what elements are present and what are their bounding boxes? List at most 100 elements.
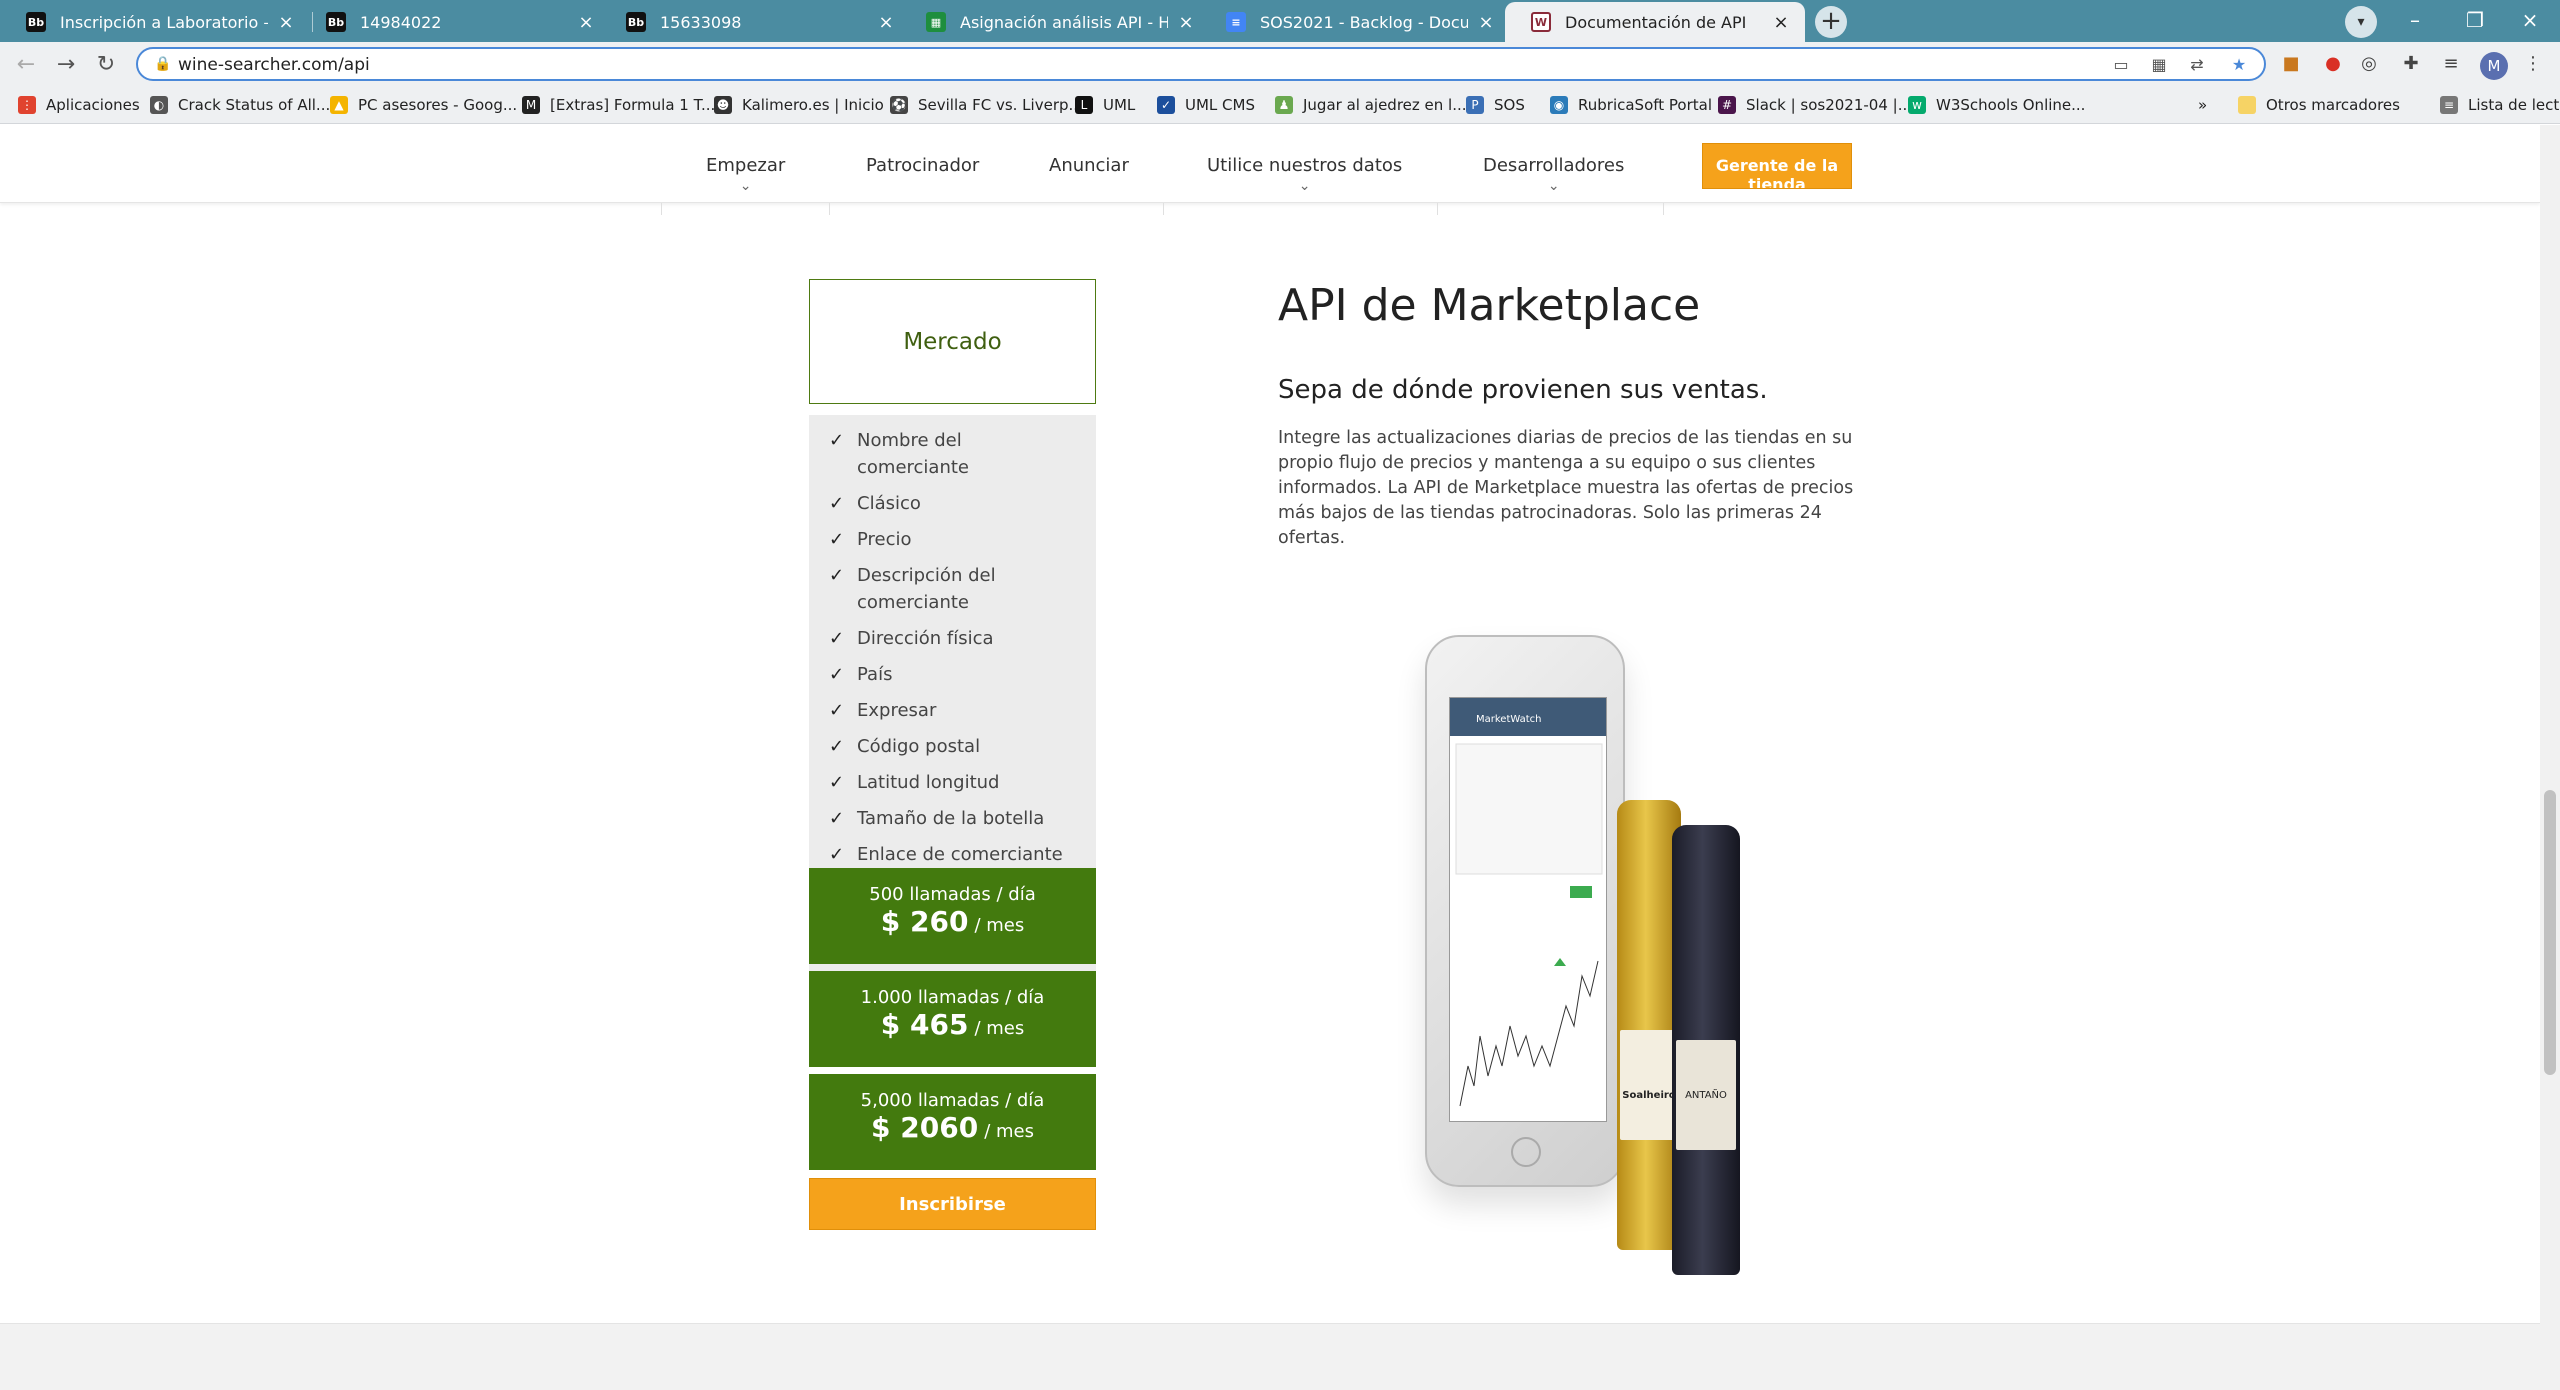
browser-tab[interactable]: Bb 15633098 ×	[600, 2, 910, 42]
checkmark-icon: ✓	[829, 736, 845, 757]
site-navigation: Empezar ⌄ Patrocinador Anunciar Utilice …	[0, 125, 2540, 203]
checkmark-icon: ✓	[829, 565, 845, 586]
reading-list-button[interactable]: ≡ Lista de lectura	[2440, 96, 2560, 114]
bookmark-star-icon[interactable]: ★	[2228, 54, 2250, 76]
browser-tab[interactable]: ▦ Asignación análisis API - Hojas d ×	[900, 2, 1210, 42]
bottle-label: ANTAÑO	[1676, 1040, 1736, 1150]
bookmark-item[interactable]: ♟ Jugar al ajedrez en l...	[1275, 96, 1467, 114]
list-item: ✓ Nombre del comerciante	[829, 427, 1096, 481]
close-tab-icon[interactable]: ×	[576, 12, 596, 33]
checkmark-icon: ✓	[829, 628, 845, 649]
bookmark-label: Crack Status of All...	[178, 96, 331, 114]
address-bar[interactable]: 🔒 wine-searcher.com/api ▭ ▦ ⇄ ★	[136, 47, 2266, 81]
nav-utilice-nuestros-datos[interactable]: Utilice nuestros datos ⌄	[1207, 155, 1402, 194]
cast-icon[interactable]: ▭	[2110, 54, 2132, 76]
footer-band	[0, 1323, 2540, 1390]
globe-icon: ◐	[150, 96, 168, 114]
bookmark-label: Otros marcadores	[2266, 96, 2400, 114]
extensions-puzzle-icon[interactable]: ✚	[2398, 51, 2424, 77]
tab-title: Inscripción a Laboratorio – 2020-	[60, 12, 268, 32]
profile-avatar[interactable]: M	[2480, 52, 2508, 80]
nav-anunciar[interactable]: Anunciar	[1049, 155, 1129, 176]
forward-icon[interactable]: →	[50, 49, 82, 81]
plan-name: Mercado	[903, 328, 1002, 355]
bookmark-item[interactable]: ▲ PC asesores - Goog...	[330, 96, 517, 114]
bookmarks-overflow-button[interactable]: »	[2198, 96, 2207, 114]
tab-title: Documentación de API	[1565, 12, 1747, 32]
close-window-icon[interactable]: ×	[2500, 0, 2560, 40]
other-bookmarks-folder[interactable]: Otros marcadores	[2238, 96, 2400, 114]
bookmark-item[interactable]: # Slack | sos2021-04 |...	[1718, 96, 1912, 114]
list-item: ✓ Precio	[829, 526, 1096, 553]
browser-tab[interactable]: Bb Inscripción a Laboratorio – 2020- ×	[0, 2, 310, 42]
store-manager-button[interactable]: Gerente de la tienda	[1702, 143, 1852, 189]
signup-button[interactable]: Inscribirse	[809, 1178, 1096, 1230]
browser-tab[interactable]: ≡ SOS2021 - Backlog - Documento ×	[1200, 2, 1510, 42]
close-tab-icon[interactable]: ×	[1476, 12, 1496, 33]
price-period: / mes	[974, 1018, 1025, 1039]
site-icon: ☻	[714, 96, 732, 114]
extension-badge-icon[interactable]: ●	[2320, 51, 2346, 77]
feature-label: Precio	[857, 529, 912, 550]
bookmark-label: UML	[1103, 96, 1136, 114]
restore-icon[interactable]: ❐	[2445, 0, 2505, 40]
browser-toolbar: ← → ↻ 🔒 wine-searcher.com/api ▭ ▦ ⇄ ★ ■ …	[0, 42, 2560, 88]
site-icon: ✓	[1157, 96, 1175, 114]
feature-label: Enlace de comerciante	[857, 844, 1063, 865]
extension-icon[interactable]: ◎	[2356, 51, 2382, 77]
nav-label: Utilice nuestros datos	[1207, 155, 1403, 176]
url-text[interactable]: wine-searcher.com/api	[178, 55, 370, 75]
bookmark-item[interactable]: w W3Schools Online...	[1908, 96, 2085, 114]
feature-label: Clásico	[857, 493, 921, 514]
price-tier-5000[interactable]: 5,000 llamadas / día $ 2060/ mes	[809, 1074, 1096, 1170]
bookmark-label: Slack | sos2021-04 |...	[1746, 96, 1913, 114]
close-tab-icon[interactable]: ×	[1771, 12, 1791, 33]
bookmark-item[interactable]: ◉ RubricaSoft Portal	[1550, 96, 1712, 114]
checkmark-icon: ✓	[829, 844, 845, 865]
bookmark-item[interactable]: L UML	[1075, 96, 1135, 114]
blackboard-icon: Bb	[26, 12, 46, 32]
minimize-icon[interactable]: –	[2385, 0, 2445, 40]
close-tab-icon[interactable]: ×	[276, 12, 296, 33]
site-icon: P	[1466, 96, 1484, 114]
bookmarks-bar: ⋮ Aplicaciones ◐ Crack Status of All... …	[0, 88, 2560, 124]
price-tier-500[interactable]: 500 llamadas / día $ 260/ mes	[809, 868, 1096, 964]
bookmark-item[interactable]: ✓ UML CMS	[1157, 96, 1255, 114]
list-item: ✓ Descripción del comerciante	[829, 562, 1096, 616]
close-tab-icon[interactable]: ×	[876, 12, 896, 33]
bookmark-item[interactable]: P SOS	[1466, 96, 1525, 114]
browser-tab-active[interactable]: W Documentación de API ×	[1505, 2, 1805, 42]
tab-search-icon[interactable]: ▾	[2345, 6, 2377, 38]
bookmark-item[interactable]: ⚽ Sevilla FC vs. Liverp...	[890, 96, 1083, 114]
tab-title: Asignación análisis API - Hojas d	[960, 12, 1168, 32]
back-icon[interactable]: ←	[10, 49, 42, 81]
price-tier-1000[interactable]: 1.000 llamadas / día $ 465/ mes	[809, 971, 1096, 1067]
new-tab-button[interactable]: +	[1815, 6, 1847, 38]
extension-icon[interactable]: ■	[2278, 51, 2304, 77]
checkmark-icon: ✓	[829, 772, 845, 793]
google-sheets-icon: ▦	[926, 12, 946, 32]
bookmark-item[interactable]: M [Extras] Formula 1 T...	[522, 96, 715, 114]
browser-tab[interactable]: Bb 14984022 ×	[300, 2, 610, 42]
page-scrollbar[interactable]	[2540, 125, 2560, 1390]
bookmark-item[interactable]: ☻ Kalimero.es | Inicio	[714, 96, 884, 114]
nav-label: Desarrolladores	[1483, 155, 1625, 176]
reload-icon[interactable]: ↻	[90, 49, 122, 81]
bookmark-apps[interactable]: ⋮ Aplicaciones	[18, 96, 140, 114]
bookmark-item[interactable]: ◐ Crack Status of All...	[150, 96, 330, 114]
chevron-down-icon: ⌄	[1547, 178, 1560, 194]
nav-empezar[interactable]: Empezar ⌄	[706, 155, 785, 194]
media-control-icon[interactable]: ≡	[2438, 51, 2464, 77]
qr-code-icon[interactable]: ▦	[2148, 54, 2170, 76]
menu-kebab-icon[interactable]: ⋮	[2520, 51, 2546, 77]
list-item: ✓ Clásico	[829, 490, 1096, 517]
nav-patrocinador[interactable]: Patrocinador	[866, 155, 979, 176]
feature-label: Latitud longitud	[857, 772, 1000, 793]
nav-desarrolladores[interactable]: Desarrolladores ⌄	[1483, 155, 1624, 194]
close-tab-icon[interactable]: ×	[1176, 12, 1196, 33]
translate-icon[interactable]: ⇄	[2186, 54, 2208, 76]
price-amount: $ 260	[880, 905, 969, 938]
bookmark-label: PC asesores - Goog...	[358, 96, 518, 114]
scrollbar-thumb[interactable]	[2544, 790, 2556, 1075]
stock-chart-graphic	[1455, 743, 1603, 1107]
